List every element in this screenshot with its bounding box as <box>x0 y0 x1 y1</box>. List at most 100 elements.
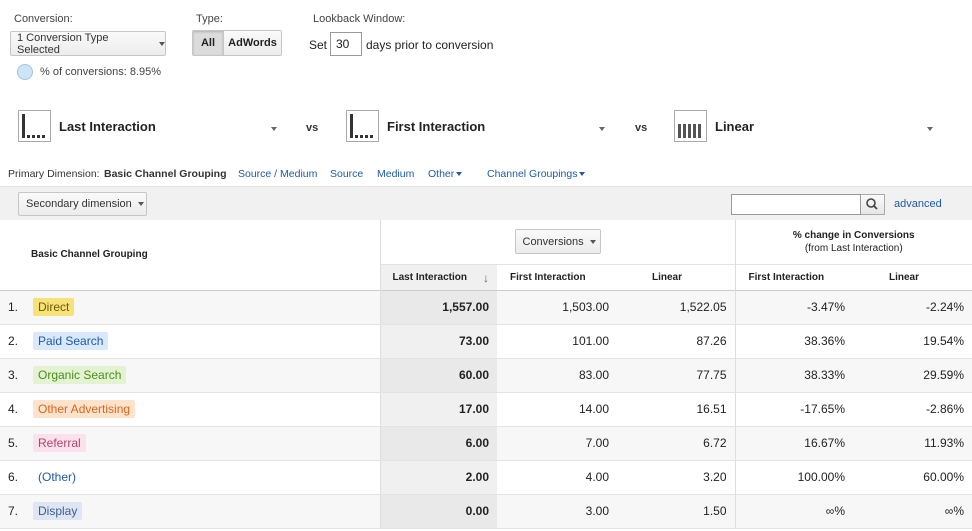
chevron-down-icon[interactable] <box>927 127 933 131</box>
table-row: 6. (Other) 2.00 4.00 3.20 100.00% 60.00% <box>0 460 972 495</box>
days-label: days prior to conversion <box>366 38 494 52</box>
model-name: Last Interaction <box>59 118 156 134</box>
pct-linear-value: 29.59% <box>853 358 972 393</box>
chevron-down-icon[interactable] <box>599 127 605 131</box>
first-interaction-value: 7.00 <box>497 426 617 461</box>
conversion-type-select[interactable]: 1 Conversion Type Selected <box>10 31 166 56</box>
row-index: 4. <box>8 402 19 416</box>
table-row: 2. Paid Search 73.00 101.00 87.26 38.36% 19.54… <box>0 324 972 359</box>
dimension-other[interactable]: Other <box>428 168 463 180</box>
model-selector-last-interaction[interactable]: Last Interaction <box>18 106 156 146</box>
channel-link[interactable]: Display <box>33 502 83 520</box>
pct-linear-value: 60.00% <box>853 460 972 495</box>
col-header-label: Last Interaction <box>392 271 467 283</box>
col-header-first-interaction[interactable]: First Interaction <box>497 264 617 290</box>
pct-first-interaction-value: 38.36% <box>734 324 853 359</box>
col-header-pct-linear[interactable]: Linear <box>853 264 972 290</box>
pct-change-title: % change in Conversions <box>792 229 915 241</box>
primary-dimension-label: Primary Dimension: <box>8 168 100 180</box>
pct-linear-value: ∞% <box>853 494 972 529</box>
channel-link[interactable]: Other Advertising <box>33 400 136 418</box>
last-interaction-value: 60.00 <box>379 358 497 393</box>
linear-value: 77.75 <box>617 358 735 393</box>
channel-cell: 5. Referral <box>0 426 380 461</box>
type-all-button[interactable]: All <box>193 31 223 55</box>
pct-conversions-text: % of conversions: 8.95% <box>40 66 162 78</box>
dimension-medium[interactable]: Medium <box>377 168 414 180</box>
channel-link[interactable]: (Other) <box>33 468 81 486</box>
channel-link[interactable]: Paid Search <box>33 332 109 350</box>
first-interaction-model-icon <box>346 110 379 142</box>
channel-link[interactable]: Direct <box>33 298 75 316</box>
linear-model-icon <box>674 110 707 142</box>
pct-first-interaction-value: 100.00% <box>734 460 853 495</box>
set-label: Set <box>309 38 328 52</box>
lookback-days-input[interactable]: 30 <box>330 32 362 56</box>
table-row: 4. Other Advertising 17.00 14.00 16.51 -17.65… <box>0 392 972 427</box>
search-input[interactable] <box>731 194 862 215</box>
metric-header-cell: Conversions <box>379 220 735 264</box>
last-interaction-value: 0.00 <box>379 494 497 529</box>
last-interaction-value: 17.00 <box>379 392 497 427</box>
type-adwords-button[interactable]: AdWords <box>223 31 281 55</box>
col-header-last-interaction[interactable]: Last Interaction ↓ <box>379 264 497 290</box>
secondary-dimension-label: Secondary dimension <box>26 198 132 210</box>
conversion-select-value: 1 Conversion Type Selected <box>17 31 109 56</box>
first-interaction-value: 101.00 <box>497 324 617 359</box>
pct-first-interaction-value: 16.67% <box>734 426 853 461</box>
channel-cell: 2. Paid Search <box>0 324 380 359</box>
pct-first-interaction-value: ∞% <box>734 494 853 529</box>
channel-cell: 3. Organic Search <box>0 358 380 393</box>
linear-value: 16.51 <box>617 392 735 427</box>
sort-down-icon: ↓ <box>483 270 489 285</box>
last-interaction-model-icon <box>18 110 51 142</box>
table-row: 3. Organic Search 60.00 83.00 77.75 38.33% 29.… <box>0 358 972 393</box>
dimension-header: Basic Channel Grouping <box>31 249 148 261</box>
metric-select-value: Conversions <box>522 235 584 248</box>
last-interaction-value: 73.00 <box>379 324 497 359</box>
lookback-label: Lookback Window: <box>313 13 406 25</box>
pct-linear-value: 19.54% <box>853 324 972 359</box>
channel-groupings-link[interactable]: Channel Groupings <box>487 168 586 180</box>
pct-linear-value: -2.24% <box>853 290 972 325</box>
first-interaction-value: 1,503.00 <box>497 290 617 325</box>
row-index: 7. <box>8 504 19 518</box>
channel-link[interactable]: Organic Search <box>33 366 127 384</box>
first-interaction-value: 14.00 <box>497 392 617 427</box>
row-index: 1. <box>8 300 19 314</box>
model-selector-linear[interactable]: Linear <box>674 106 754 146</box>
linear-value: 87.26 <box>617 324 735 359</box>
linear-value: 3.20 <box>617 460 735 495</box>
advanced-link[interactable]: advanced <box>894 198 942 210</box>
model-name: First Interaction <box>387 118 486 134</box>
metric-select[interactable]: Conversions <box>514 229 601 255</box>
table-row: 7. Display 0.00 3.00 1.50 ∞% ∞% <box>0 494 972 529</box>
col-header-pct-first-interaction[interactable]: First Interaction <box>734 264 853 290</box>
first-interaction-value: 4.00 <box>497 460 617 495</box>
dimension-basic-channel-grouping: Basic Channel Grouping <box>104 168 227 180</box>
pct-change-header: % change in Conversions (from Last Inter… <box>734 220 972 264</box>
row-index: 6. <box>8 470 19 484</box>
table-toolbar: Secondary dimension advanced <box>0 186 972 220</box>
table-row: 1. Direct 1,557.00 1,503.00 1,522.05 -3.47% -2… <box>0 290 972 325</box>
first-interaction-value: 83.00 <box>497 358 617 393</box>
channel-cell: 7. Display <box>0 494 380 529</box>
conversion-label: Conversion: <box>14 13 73 25</box>
pct-first-interaction-value: 38.33% <box>734 358 853 393</box>
linear-value: 1,522.05 <box>617 290 735 325</box>
vs-label: vs <box>306 122 319 134</box>
row-index: 5. <box>8 436 19 450</box>
primary-dimension-bar: Primary Dimension: Basic Channel Groupin… <box>0 166 972 186</box>
dimension-source-medium[interactable]: Source / Medium <box>238 168 317 180</box>
secondary-dimension-button[interactable]: Secondary dimension <box>18 192 147 216</box>
channel-link[interactable]: Referral <box>33 434 86 452</box>
chevron-down-icon[interactable] <box>271 127 277 131</box>
last-interaction-value: 6.00 <box>379 426 497 461</box>
dimension-source[interactable]: Source <box>330 168 363 180</box>
model-selector-first-interaction[interactable]: First Interaction <box>346 106 485 146</box>
search-button[interactable] <box>861 194 885 215</box>
linear-value: 1.50 <box>617 494 735 529</box>
type-label: Type: <box>196 13 223 25</box>
col-header-linear[interactable]: Linear <box>617 264 735 290</box>
attribution-table: Basic Channel Grouping Conversions % cha… <box>0 220 972 529</box>
